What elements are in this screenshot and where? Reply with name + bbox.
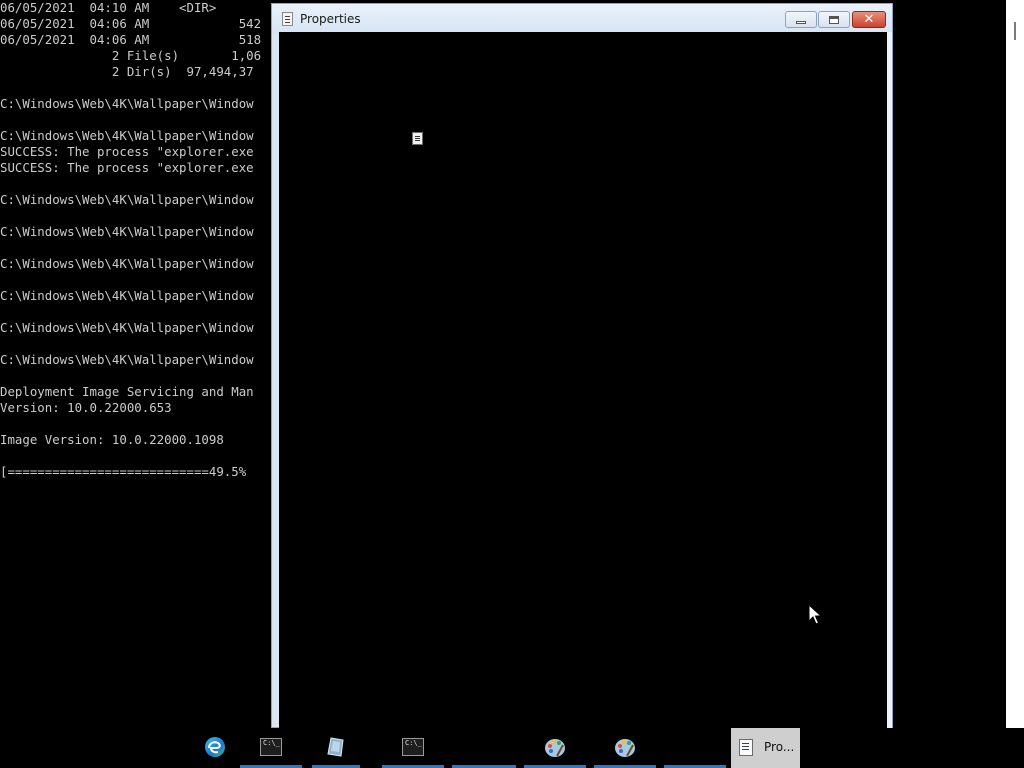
console-line: C:\Windows\Web\4K\Wallpaper\Window bbox=[0, 288, 254, 303]
properties-icon bbox=[739, 739, 753, 756]
properties-icon bbox=[282, 12, 293, 26]
console-line: C:\Windows\Web\4K\Wallpaper\Window bbox=[0, 256, 254, 271]
console-line: Deployment Image Servicing and Man bbox=[0, 384, 254, 399]
close-button[interactable]: ✕ bbox=[852, 11, 886, 28]
console-line: 06/05/2021 04:06 AM 542 bbox=[0, 16, 262, 31]
paint-icon bbox=[545, 739, 565, 757]
console-line: C:\Windows\Web\4K\Wallpaper\Window bbox=[0, 224, 254, 239]
window-client-area[interactable] bbox=[279, 32, 887, 729]
mouse-cursor-icon bbox=[808, 604, 822, 625]
document-icon[interactable] bbox=[412, 132, 423, 145]
properties-window[interactable]: Properties ✕ bbox=[271, 3, 893, 729]
taskbar-item-properties[interactable]: Pro... bbox=[731, 728, 800, 768]
maximize-button[interactable] bbox=[818, 11, 850, 28]
cmd-icon: C:\_ bbox=[260, 738, 282, 756]
ink-icon bbox=[327, 737, 344, 757]
maximize-icon bbox=[829, 16, 839, 24]
console-line: 2 File(s) 1,06 bbox=[0, 48, 262, 63]
minimize-icon bbox=[796, 21, 806, 24]
taskbar-item-ink[interactable] bbox=[312, 728, 360, 768]
titlebar[interactable]: Properties ✕ bbox=[272, 4, 892, 34]
taskbar-item-paint-2[interactable] bbox=[594, 728, 656, 768]
paint-icon bbox=[615, 739, 635, 757]
console-line: C:\Windows\Web\4K\Wallpaper\Window bbox=[0, 352, 254, 367]
taskbar-item-paint[interactable] bbox=[524, 728, 586, 768]
taskbar-item-command-prompt[interactable]: C:\_ bbox=[240, 728, 302, 768]
console-line: C:\Windows\Web\4K\Wallpaper\Window bbox=[0, 320, 254, 335]
console-line: 06/05/2021 04:10 AM <DIR> bbox=[0, 0, 217, 15]
taskbar: C:\_ C:\_ Pro... bbox=[0, 728, 1024, 768]
window-title: Properties bbox=[300, 12, 361, 26]
taskbar-item-blank[interactable] bbox=[452, 728, 516, 768]
console-line: C:\Windows\Web\4K\Wallpaper\Window bbox=[0, 128, 254, 143]
console-line: SUCCESS: The process "explorer.exe bbox=[0, 144, 254, 159]
console-line: Version: 10.0.22000.653 bbox=[0, 400, 172, 415]
console-line: C:\Windows\Web\4K\Wallpaper\Window bbox=[0, 192, 254, 207]
edge-icon bbox=[205, 737, 225, 757]
taskbar-item-command-prompt-2[interactable]: C:\_ bbox=[382, 728, 444, 768]
close-icon: ✕ bbox=[863, 12, 875, 27]
console-line: 2 Dir(s) 97,494,37 bbox=[0, 64, 254, 79]
console-line: SUCCESS: The process "explorer.exe bbox=[0, 160, 254, 175]
window-scrollbar[interactable] bbox=[887, 32, 892, 729]
console-line: [===========================49.5% bbox=[0, 464, 247, 479]
desktop: 06/05/2021 04:10 AM <DIR> 06/05/2021 04:0… bbox=[0, 0, 1024, 768]
console-output: 06/05/2021 04:10 AM <DIR> 06/05/2021 04:0… bbox=[0, 0, 261, 480]
taskbar-item-label: Pro... bbox=[764, 740, 795, 754]
console-line: C:\Windows\Web\4K\Wallpaper\Window bbox=[0, 96, 254, 111]
taskbar-item-edge[interactable] bbox=[198, 728, 232, 768]
taskbar-item-blank-2[interactable] bbox=[664, 728, 726, 768]
minimize-button[interactable] bbox=[785, 11, 817, 28]
console-scrollbar[interactable] bbox=[1006, 0, 1024, 728]
console-line: Image Version: 10.0.22000.1098 bbox=[0, 432, 224, 447]
console-scroll-thumb[interactable] bbox=[1014, 22, 1016, 40]
cmd-icon: C:\_ bbox=[402, 738, 424, 756]
console-line: 06/05/2021 04:06 AM 518 bbox=[0, 32, 262, 47]
